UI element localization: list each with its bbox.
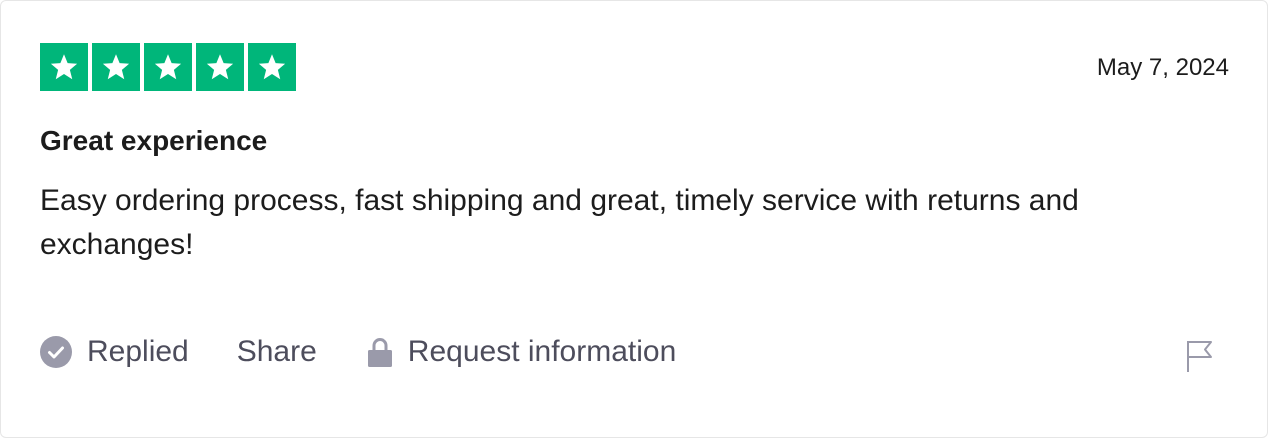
review-actions: Replied Share Request information xyxy=(40,335,676,369)
review-title: Great experience xyxy=(40,125,268,156)
star-icon xyxy=(40,43,88,91)
replied-label: Replied xyxy=(87,335,189,368)
share-label: Share xyxy=(236,335,317,368)
replied-button[interactable]: Replied xyxy=(40,335,189,369)
check-circle-icon xyxy=(40,336,72,368)
star-icon xyxy=(196,43,244,91)
star-icon xyxy=(144,43,192,91)
review-date: May 7, 2024 xyxy=(1096,54,1229,81)
request-information-label: Request information xyxy=(407,335,677,368)
share-button[interactable]: Share xyxy=(237,335,317,369)
request-information-button[interactable]: Request information xyxy=(367,335,676,369)
star-icon xyxy=(248,43,296,91)
flag-icon xyxy=(1185,341,1215,377)
star-icon xyxy=(92,43,140,91)
report-flag-button[interactable] xyxy=(1185,339,1215,378)
review-body: Easy ordering process, fast shipping and… xyxy=(40,184,1079,261)
star-rating xyxy=(40,43,296,91)
review-card: May 7, 2024 Great experience Easy orderi… xyxy=(0,0,1268,438)
lock-icon xyxy=(367,336,393,368)
